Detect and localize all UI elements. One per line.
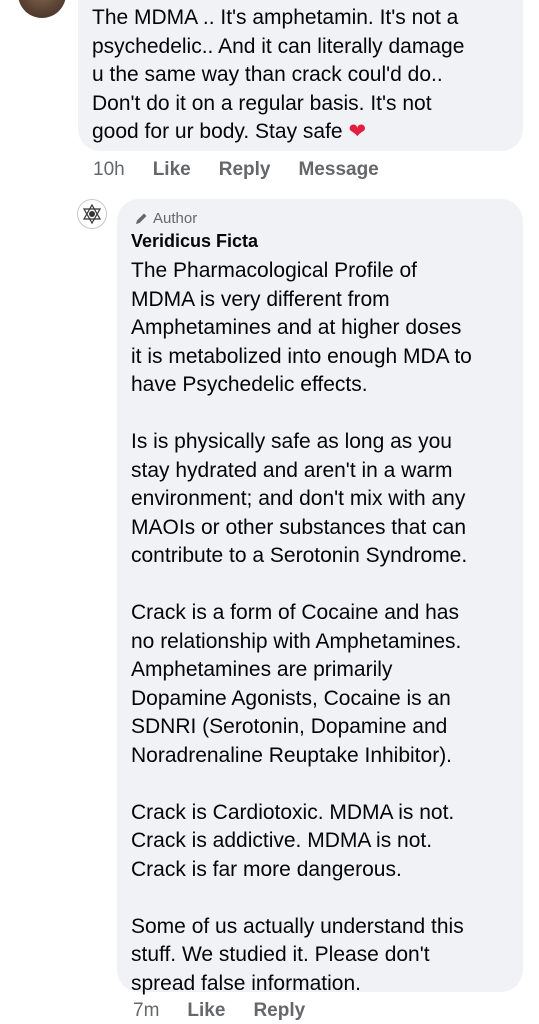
author-badge: Author [135, 210, 197, 227]
reply-paragraph: The Pharmacological Profile of MDMA is v… [131, 259, 472, 396]
reply-timestamp[interactable]: 7m [133, 1000, 159, 1022]
pencil-icon [136, 213, 147, 224]
hexagram-emblem-icon [82, 203, 102, 225]
reply-paragraph: Crack is Cardiotoxic. MDMA is not. Crack… [131, 800, 455, 881]
commenter-avatar[interactable] [18, 0, 66, 18]
message-button[interactable]: Message [298, 159, 378, 181]
author-reply-bubble: Author Veridicus Ficta The Pharmacologic… [117, 199, 523, 995]
like-button[interactable]: Like [187, 1000, 225, 1022]
reply-paragraph: Is is physically safe as long as you sta… [131, 430, 468, 567]
comment-text: The MDMA .. It's amphetamin. It's not a … [92, 6, 465, 143]
reply-paragraph: Crack is a form of Cocaine and has no re… [131, 601, 462, 767]
comment-actions: 10h Like Reply Message [93, 159, 407, 181]
reply-button[interactable]: Reply [253, 1000, 305, 1022]
author-name[interactable]: Veridicus Ficta [131, 231, 258, 252]
heart-emoji: ❤ [348, 120, 367, 143]
reply-paragraph: Some of us actually understand this stuf… [131, 914, 464, 995]
author-avatar[interactable] [77, 199, 107, 229]
comment-timestamp[interactable]: 10h [93, 159, 125, 181]
like-button[interactable]: Like [153, 159, 191, 181]
comment-bubble: The MDMA .. It's amphetamin. It's not a … [78, 0, 523, 151]
author-badge-label: Author [153, 210, 198, 227]
reply-text: The Pharmacological Profile of MDMA is v… [131, 257, 516, 998]
reply-button[interactable]: Reply [219, 159, 271, 181]
reply-actions: 7m Like Reply [133, 1000, 333, 1022]
